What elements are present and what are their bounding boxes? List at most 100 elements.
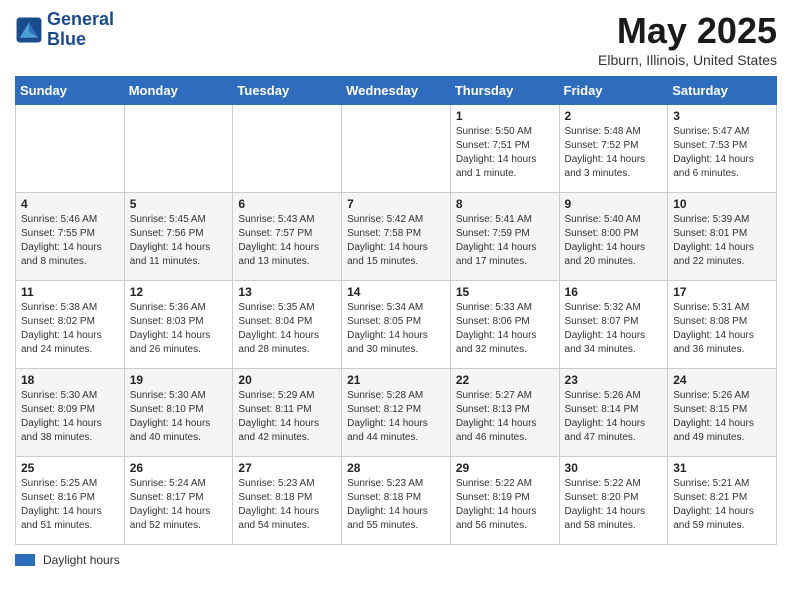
day-info: Sunrise: 5:22 AM Sunset: 8:19 PM Dayligh… — [456, 477, 554, 533]
calendar-cell — [342, 105, 451, 193]
calendar-cell: 7 Sunrise: 5:42 AM Sunset: 7:58 PM Daylig… — [342, 193, 451, 281]
day-number: 13 — [238, 285, 336, 299]
day-number: 19 — [130, 373, 228, 387]
calendar-cell: 12 Sunrise: 5:36 AM Sunset: 8:03 PM Dayli… — [124, 281, 233, 369]
day-number: 22 — [456, 373, 554, 387]
calendar-cell — [233, 105, 342, 193]
day-number: 4 — [21, 197, 119, 211]
day-info: Sunrise: 5:50 AM Sunset: 7:51 PM Dayligh… — [456, 125, 554, 181]
calendar-cell: 9Sunrise: 5:40 AM Sunset: 8:00 PM Daylig… — [559, 193, 668, 281]
day-number: 5 — [130, 197, 228, 211]
legend-label: Daylight hours — [43, 553, 120, 567]
day-info: Sunrise: 5:39 AM Sunset: 8:01 PM Dayligh… — [673, 213, 771, 269]
calendar-day-header: Tuesday — [233, 77, 342, 105]
page-subtitle: Elburn, Illinois, United States — [598, 52, 777, 68]
day-info: Sunrise: 5:26 AM Sunset: 8:14 PM Dayligh… — [565, 389, 663, 445]
day-info: Sunrise: 5:36 AM Sunset: 8:03 PM Dayligh… — [130, 301, 228, 357]
day-number: 16 — [565, 285, 663, 299]
day-number: 26 — [130, 461, 228, 475]
day-number: 2 — [565, 109, 663, 123]
day-number: 28 — [347, 461, 445, 475]
calendar-cell: 25Sunrise: 5:25 AM Sunset: 8:16 PM Dayli… — [16, 457, 125, 545]
calendar-week-row: 18Sunrise: 5:30 AM Sunset: 8:09 PM Dayli… — [16, 369, 777, 457]
calendar-cell: 30Sunrise: 5:22 AM Sunset: 8:20 PM Dayli… — [559, 457, 668, 545]
calendar-cell: 22 Sunrise: 5:27 AM Sunset: 8:13 PM Dayli… — [450, 369, 559, 457]
day-info: Sunrise: 5:23 AM Sunset: 8:18 PM Dayligh… — [347, 477, 445, 533]
day-number: 15 — [456, 285, 554, 299]
day-info: Sunrise: 5:28 AM Sunset: 8:12 PM Dayligh… — [347, 389, 445, 445]
calendar-cell: 15Sunrise: 5:33 AM Sunset: 8:06 PM Dayli… — [450, 281, 559, 369]
day-number: 8 — [456, 197, 554, 211]
day-info: Sunrise: 5:40 AM Sunset: 8:00 PM Dayligh… — [565, 213, 663, 269]
day-info: Sunrise: 5:38 AM Sunset: 8:02 PM Dayligh… — [21, 301, 119, 357]
logo-line1: General — [47, 10, 114, 30]
day-info: Sunrise: 5:42 AM Sunset: 7:58 PM Dayligh… — [347, 213, 445, 269]
calendar-day-header: Sunday — [16, 77, 125, 105]
day-info: Sunrise: 5:43 AM Sunset: 7:57 PM Dayligh… — [238, 213, 336, 269]
page-header: General Blue May 2025 Elburn, Illinois, … — [15, 10, 777, 68]
day-info: Sunrise: 5:35 AM Sunset: 8:04 PM Dayligh… — [238, 301, 336, 357]
day-number: 25 — [21, 461, 119, 475]
day-info: Sunrise: 5:45 AM Sunset: 7:56 PM Dayligh… — [130, 213, 228, 269]
calendar-cell: 28 Sunrise: 5:23 AM Sunset: 8:18 PM Dayli… — [342, 457, 451, 545]
day-info: Sunrise: 5:24 AM Sunset: 8:17 PM Dayligh… — [130, 477, 228, 533]
day-info: Sunrise: 5:21 AM Sunset: 8:21 PM Dayligh… — [673, 477, 771, 533]
calendar-cell: 17 Sunrise: 5:31 AM Sunset: 8:08 PM Dayli… — [668, 281, 777, 369]
day-info: Sunrise: 5:27 AM Sunset: 8:13 PM Dayligh… — [456, 389, 554, 445]
day-number: 30 — [565, 461, 663, 475]
day-number: 17 — [673, 285, 771, 299]
day-number: 10 — [673, 197, 771, 211]
day-number: 31 — [673, 461, 771, 475]
day-info: Sunrise: 5:48 AM Sunset: 7:52 PM Dayligh… — [565, 125, 663, 181]
calendar-week-row: 4 Sunrise: 5:46 AM Sunset: 7:55 PM Daylig… — [16, 193, 777, 281]
calendar-cell: 18Sunrise: 5:30 AM Sunset: 8:09 PM Dayli… — [16, 369, 125, 457]
calendar-cell: 26 Sunrise: 5:24 AM Sunset: 8:17 PM Dayli… — [124, 457, 233, 545]
calendar-cell: 24Sunrise: 5:26 AM Sunset: 8:15 PM Dayli… — [668, 369, 777, 457]
calendar-cell: 8 Sunrise: 5:41 AM Sunset: 7:59 PM Daylig… — [450, 193, 559, 281]
calendar-cell: 27Sunrise: 5:23 AM Sunset: 8:18 PM Dayli… — [233, 457, 342, 545]
calendar-cell — [124, 105, 233, 193]
calendar-cell: 5 Sunrise: 5:45 AM Sunset: 7:56 PM Daylig… — [124, 193, 233, 281]
calendar-cell: 14Sunrise: 5:34 AM Sunset: 8:05 PM Dayli… — [342, 281, 451, 369]
title-block: May 2025 Elburn, Illinois, United States — [598, 10, 777, 68]
day-number: 23 — [565, 373, 663, 387]
day-number: 21 — [347, 373, 445, 387]
calendar-cell — [16, 105, 125, 193]
calendar-cell: 20 Sunrise: 5:29 AM Sunset: 8:11 PM Dayli… — [233, 369, 342, 457]
day-info: Sunrise: 5:41 AM Sunset: 7:59 PM Dayligh… — [456, 213, 554, 269]
calendar-day-header: Friday — [559, 77, 668, 105]
day-number: 20 — [238, 373, 336, 387]
logo-icon — [15, 16, 43, 44]
day-number: 11 — [21, 285, 119, 299]
calendar-cell: 4 Sunrise: 5:46 AM Sunset: 7:55 PM Daylig… — [16, 193, 125, 281]
day-number: 12 — [130, 285, 228, 299]
day-number: 1 — [456, 109, 554, 123]
calendar-table: SundayMondayTuesdayWednesdayThursdayFrid… — [15, 76, 777, 545]
day-info: Sunrise: 5:47 AM Sunset: 7:53 PM Dayligh… — [673, 125, 771, 181]
day-info: Sunrise: 5:31 AM Sunset: 8:08 PM Dayligh… — [673, 301, 771, 357]
day-info: Sunrise: 5:30 AM Sunset: 8:10 PM Dayligh… — [130, 389, 228, 445]
calendar-body: 1 Sunrise: 5:50 AM Sunset: 7:51 PM Daylig… — [16, 105, 777, 545]
legend-color-box — [15, 554, 35, 566]
logo: General Blue — [15, 10, 114, 50]
calendar-week-row: 1 Sunrise: 5:50 AM Sunset: 7:51 PM Daylig… — [16, 105, 777, 193]
calendar-day-header: Monday — [124, 77, 233, 105]
calendar-cell: 1 Sunrise: 5:50 AM Sunset: 7:51 PM Daylig… — [450, 105, 559, 193]
calendar-cell: 23 Sunrise: 5:26 AM Sunset: 8:14 PM Dayli… — [559, 369, 668, 457]
day-info: Sunrise: 5:46 AM Sunset: 7:55 PM Dayligh… — [21, 213, 119, 269]
day-number: 29 — [456, 461, 554, 475]
calendar-day-header: Saturday — [668, 77, 777, 105]
calendar-cell: 21 Sunrise: 5:28 AM Sunset: 8:12 PM Dayli… — [342, 369, 451, 457]
day-number: 27 — [238, 461, 336, 475]
day-number: 18 — [21, 373, 119, 387]
day-info: Sunrise: 5:29 AM Sunset: 8:11 PM Dayligh… — [238, 389, 336, 445]
day-number: 7 — [347, 197, 445, 211]
calendar-cell: 11 Sunrise: 5:38 AM Sunset: 8:02 PM Dayli… — [16, 281, 125, 369]
day-number: 24 — [673, 373, 771, 387]
day-number: 6 — [238, 197, 336, 211]
calendar-cell: 3Sunrise: 5:47 AM Sunset: 7:53 PM Daylig… — [668, 105, 777, 193]
calendar-day-header: Thursday — [450, 77, 559, 105]
calendar-cell: 31 Sunrise: 5:21 AM Sunset: 8:21 PM Dayli… — [668, 457, 777, 545]
calendar-day-header: Wednesday — [342, 77, 451, 105]
calendar-cell: 6 Sunrise: 5:43 AM Sunset: 7:57 PM Daylig… — [233, 193, 342, 281]
